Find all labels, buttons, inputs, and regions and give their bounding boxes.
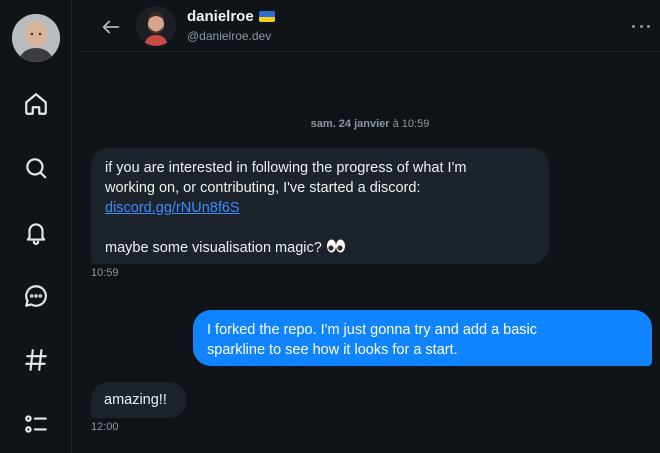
hashtag-icon[interactable]: [20, 344, 52, 376]
message-timestamp: 12:00: [91, 421, 119, 433]
contact-name-text: danielroe: [187, 8, 254, 25]
message-text: sparkline to see how it looks for a star…: [207, 342, 458, 358]
contact-handle: @danielroe.dev: [187, 29, 272, 43]
date-time: à 10:59: [389, 118, 430, 130]
contact-avatar[interactable]: [136, 6, 176, 46]
ukraine-flag-icon: [258, 11, 275, 22]
side-nav: [0, 0, 72, 453]
conversation-header: danielroe @danielroe.dev: [80, 0, 660, 52]
bell-icon[interactable]: [20, 216, 52, 248]
message-text: amazing!!: [104, 392, 167, 408]
home-icon[interactable]: [20, 88, 52, 120]
message-text: working on, or contributing, I've starte…: [105, 180, 421, 196]
back-arrow-icon[interactable]: [98, 14, 124, 40]
list-icon[interactable]: [20, 408, 52, 440]
message-timestamp: 10:59: [91, 267, 119, 279]
date-separator: sam. 24 janvier à 10:59: [80, 118, 660, 130]
message-bubble-outgoing: I forked the repo. I'm just gonna try an…: [193, 310, 652, 366]
user-avatar[interactable]: [12, 14, 60, 62]
message-text: maybe some visualisation magic?: [105, 240, 326, 256]
message-text: if you are interested in following the p…: [105, 160, 467, 176]
discord-link[interactable]: discord.gg/rNUn8f6S: [105, 200, 240, 216]
eyes-icon: [326, 238, 346, 260]
chat-icon[interactable]: [20, 280, 52, 312]
search-icon[interactable]: [20, 152, 52, 184]
date-day: sam. 24 janvier: [310, 118, 390, 130]
more-icon[interactable]: [632, 18, 650, 34]
message-text: I forked the repo. I'm just gonna try an…: [207, 322, 538, 338]
message-bubble-incoming: amazing!!: [91, 382, 187, 418]
contact-name: danielroe: [187, 8, 275, 25]
message-bubble-incoming: if you are interested in following the p…: [91, 148, 549, 264]
